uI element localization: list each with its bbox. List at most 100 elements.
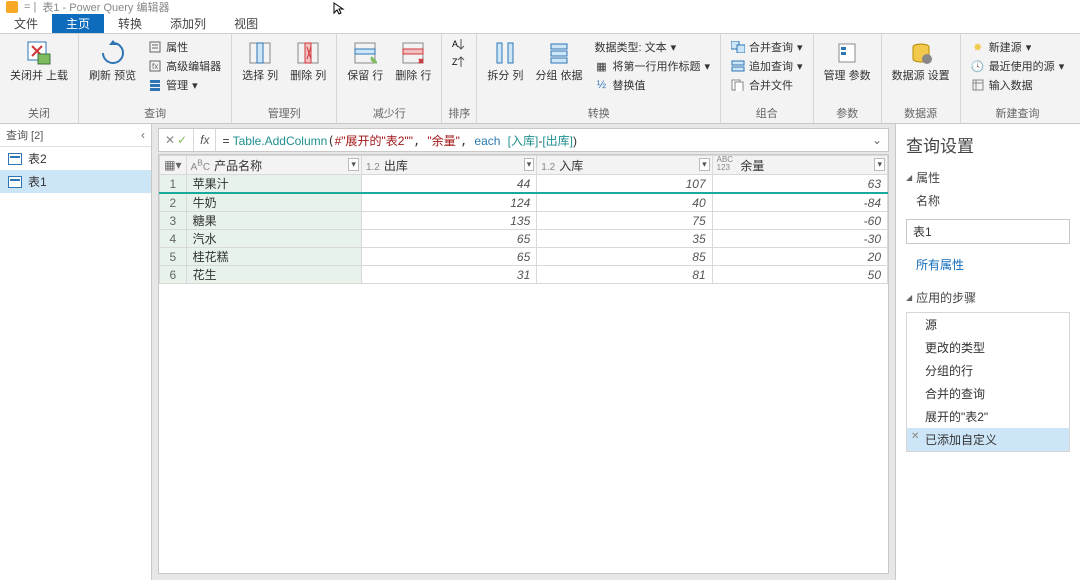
delete-columns-button[interactable]: 删除 列 [286, 36, 330, 85]
cell-in[interactable]: 107 [537, 175, 712, 194]
tab-file[interactable]: 文件 [0, 14, 52, 33]
row-number[interactable]: 2 [160, 193, 187, 212]
split-column-button[interactable]: 拆分 列 [483, 36, 527, 85]
row-number[interactable]: 1 [160, 175, 187, 194]
section-steps[interactable]: 应用的步骤 [906, 289, 1080, 306]
step-item[interactable]: 更改的类型 [907, 336, 1069, 359]
keep-rows-button[interactable]: 保留 行 [343, 36, 387, 85]
advanced-editor-button[interactable]: fx高级编辑器 [144, 57, 225, 75]
formula-expand-button[interactable]: ⌄ [866, 133, 888, 147]
recent-icon: 🕓 [971, 59, 985, 73]
step-item[interactable]: 源 [907, 313, 1069, 336]
cell-product[interactable]: 牛奶 [186, 193, 361, 212]
cell-out[interactable]: 44 [361, 175, 536, 194]
table-row[interactable]: 4 汽水 65 35 -30 [160, 230, 888, 248]
query-item-table1[interactable]: 表1 [0, 170, 151, 193]
table-row[interactable]: 2 牛奶 124 40 -84 [160, 193, 888, 212]
queries-collapse-button[interactable]: ‹ [141, 128, 145, 142]
append-queries-button[interactable]: 追加查询 ▾ [727, 57, 807, 75]
group-datasource: 数据源 设置 数据源 [882, 34, 961, 123]
table-row[interactable]: 6 花生 31 81 50 [160, 266, 888, 284]
group-icon [544, 38, 574, 68]
first-row-header-button[interactable]: ▦将第一行用作标题 ▾ [591, 57, 715, 75]
table-row[interactable]: 1 苹果汁 44 107 63 [160, 175, 888, 194]
cell-in[interactable]: 75 [537, 212, 712, 230]
table-corner[interactable]: ▦▾ [160, 156, 187, 175]
cell-out[interactable]: 65 [361, 248, 536, 266]
merge-queries-button[interactable]: 合并查询 ▾ [727, 38, 807, 56]
table-row[interactable]: 5 桂花糕 65 85 20 [160, 248, 888, 266]
cell-product[interactable]: 花生 [186, 266, 361, 284]
manage-params-button[interactable]: 管理 参数 [820, 36, 875, 85]
cell-remain[interactable]: -84 [712, 193, 887, 212]
cell-product[interactable]: 苹果汁 [186, 175, 361, 194]
step-item[interactable]: 合并的查询 [907, 382, 1069, 405]
cell-remain[interactable]: 63 [712, 175, 887, 194]
select-columns-button[interactable]: 选择 列 [238, 36, 282, 85]
group-query: 刷新 预览 属性 fx高级编辑器 管理 ▾ 查询 [79, 34, 232, 123]
svg-text:A: A [452, 39, 458, 49]
cell-out[interactable]: 65 [361, 230, 536, 248]
col-header-in[interactable]: 1.2入库▾ [537, 156, 712, 175]
table-row[interactable]: 3 糖果 135 75 -60 [160, 212, 888, 230]
cell-in[interactable]: 35 [537, 230, 712, 248]
cell-remain[interactable]: 20 [712, 248, 887, 266]
row-number[interactable]: 3 [160, 212, 187, 230]
step-item[interactable]: ✕已添加自定义 [907, 428, 1069, 451]
tab-view[interactable]: 视图 [220, 14, 272, 33]
col-header-remain[interactable]: ABC123 余量▾ [712, 156, 887, 175]
step-item[interactable]: 展开的"表2" [907, 405, 1069, 428]
tab-addcolumn[interactable]: 添加列 [156, 14, 220, 33]
cell-in[interactable]: 81 [537, 266, 712, 284]
cell-out[interactable]: 31 [361, 266, 536, 284]
row-number[interactable]: 5 [160, 248, 187, 266]
manage-button[interactable]: 管理 ▾ [144, 76, 225, 94]
col-header-product[interactable]: ABC产品名称▾ [186, 156, 361, 175]
tab-transform[interactable]: 转换 [104, 14, 156, 33]
cell-out[interactable]: 135 [361, 212, 536, 230]
new-source-button[interactable]: ✸新建源 ▾ [967, 38, 1069, 56]
cell-remain[interactable]: -60 [712, 212, 887, 230]
row-number[interactable]: 6 [160, 266, 187, 284]
close-and-load-button[interactable]: 关闭并 上载 [6, 36, 72, 85]
filter-in-button[interactable]: ▾ [699, 158, 710, 171]
cell-remain[interactable]: 50 [712, 266, 887, 284]
sort-asc-button[interactable]: A [448, 36, 470, 52]
group-by-button[interactable]: 分组 依据 [531, 36, 586, 85]
cancel-formula-button[interactable]: ✕ [165, 133, 175, 147]
all-properties-link[interactable]: 所有属性 [906, 254, 1080, 275]
col-header-out[interactable]: 1.2出库▾ [361, 156, 536, 175]
step-item[interactable]: 分组的行 [907, 359, 1069, 382]
datasource-settings-button[interactable]: 数据源 设置 [888, 36, 954, 85]
data-type-button[interactable]: 数据类型: 文本 ▾ [591, 38, 715, 56]
properties-button[interactable]: 属性 [144, 38, 225, 56]
enter-data-button[interactable]: 输入数据 [967, 76, 1069, 94]
accept-formula-button[interactable]: ✓ [177, 133, 187, 147]
tab-home[interactable]: 主页 [52, 14, 104, 33]
section-properties[interactable]: 属性 [906, 169, 1080, 186]
sort-desc-icon: Z [452, 55, 466, 69]
delete-step-icon[interactable]: ✕ [911, 431, 919, 442]
cell-out[interactable]: 124 [361, 193, 536, 212]
row-number[interactable]: 4 [160, 230, 187, 248]
filter-product-button[interactable]: ▾ [348, 158, 359, 171]
replace-values-button[interactable]: ½替换值 [591, 76, 715, 94]
cell-remain[interactable]: -30 [712, 230, 887, 248]
sort-desc-button[interactable]: Z [448, 54, 470, 70]
formula-bar: ✕ ✓ fx = Table.AddColumn(#"展开的"表2"", "余量… [158, 128, 889, 152]
cell-product[interactable]: 糖果 [186, 212, 361, 230]
delete-rows-button[interactable]: 删除 行 [391, 36, 435, 85]
query-item-table2[interactable]: 表2 [0, 147, 151, 170]
combine-files-button[interactable]: 合并文件 [727, 76, 807, 94]
refresh-preview-button[interactable]: 刷新 预览 [85, 36, 140, 85]
cell-in[interactable]: 85 [537, 248, 712, 266]
recent-sources-button[interactable]: 🕓最近使用的源 ▾ [967, 57, 1069, 75]
cell-in[interactable]: 40 [537, 193, 712, 212]
filter-out-button[interactable]: ▾ [524, 158, 535, 171]
formula-input[interactable]: = Table.AddColumn(#"展开的"表2"", "余量", each… [216, 132, 865, 149]
cell-product[interactable]: 汽水 [186, 230, 361, 248]
cell-product[interactable]: 桂花糕 [186, 248, 361, 266]
query-name-input[interactable]: 表1 [906, 219, 1070, 244]
filter-remain-button[interactable]: ▾ [874, 158, 885, 171]
data-grid[interactable]: ▦▾ ABC产品名称▾ 1.2出库▾ 1.2入库▾ ABC123 余量▾ 1 苹… [158, 154, 889, 574]
